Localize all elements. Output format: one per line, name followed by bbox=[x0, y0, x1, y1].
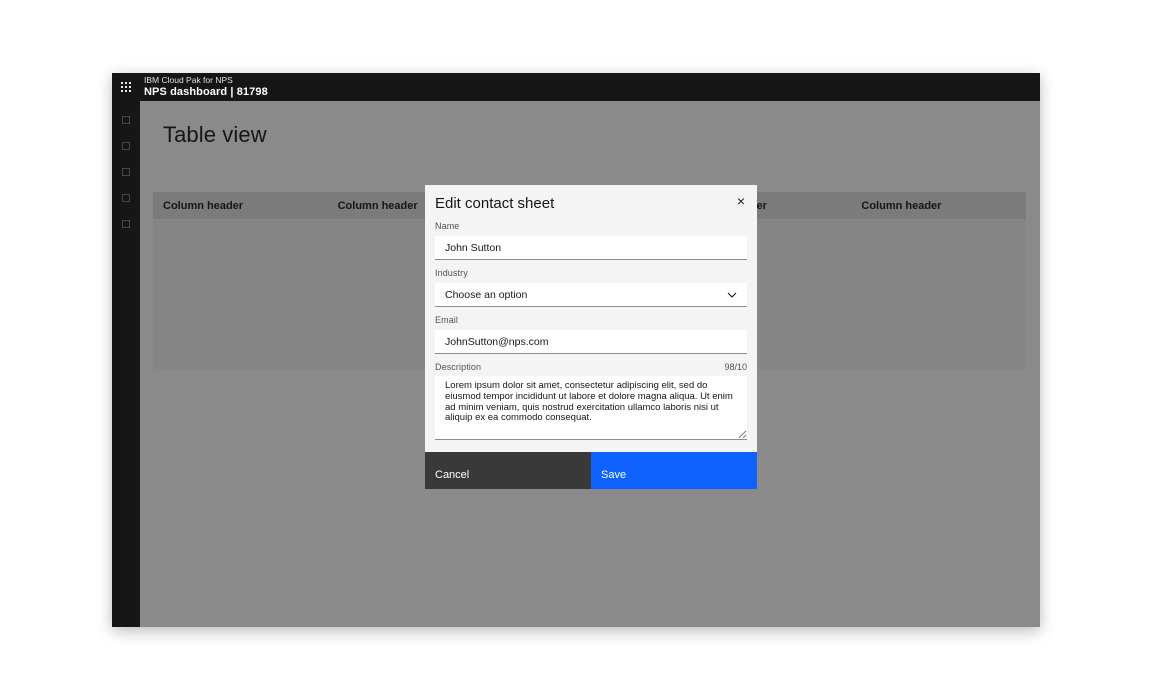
app-switcher-button[interactable] bbox=[112, 73, 140, 101]
modal-title: Edit contact sheet bbox=[435, 195, 554, 212]
email-label: Email bbox=[435, 315, 747, 325]
industry-label: Industry bbox=[435, 268, 747, 278]
app-switcher-grid-icon bbox=[121, 82, 131, 92]
product-name: IBM Cloud Pak for NPS bbox=[144, 76, 268, 86]
modal-footer: Cancel Save bbox=[425, 452, 757, 489]
modal-header: Edit contact sheet × bbox=[425, 185, 757, 213]
email-input[interactable] bbox=[435, 330, 747, 354]
header-titles: IBM Cloud Pak for NPS NPS dashboard | 81… bbox=[144, 76, 268, 98]
char-counter: 98/10 bbox=[724, 362, 747, 372]
name-label: Name bbox=[435, 221, 747, 231]
industry-dropdown-value: Choose an option bbox=[445, 289, 527, 301]
cancel-button[interactable]: Cancel bbox=[425, 452, 591, 489]
chevron-down-icon bbox=[727, 292, 737, 298]
modal-form: Name Industry Choose an option Email Des… bbox=[425, 221, 757, 440]
name-input[interactable] bbox=[435, 236, 747, 260]
description-label-row: Description 98/10 bbox=[435, 362, 747, 372]
page-id: NPS dashboard | 81798 bbox=[144, 86, 268, 99]
app-window: IBM Cloud Pak for NPS NPS dashboard | 81… bbox=[112, 73, 1040, 627]
description-label: Description bbox=[435, 362, 481, 372]
top-header-bar: IBM Cloud Pak for NPS NPS dashboard | 81… bbox=[112, 73, 1040, 101]
edit-contact-sheet-modal: Edit contact sheet × Name Industry Choos… bbox=[425, 185, 757, 489]
description-textarea[interactable]: Lorem ipsum dolor sit amet, consectetur … bbox=[435, 376, 747, 440]
save-button[interactable]: Save bbox=[591, 452, 757, 489]
close-icon[interactable]: × bbox=[729, 189, 753, 213]
industry-dropdown[interactable]: Choose an option bbox=[435, 283, 747, 307]
